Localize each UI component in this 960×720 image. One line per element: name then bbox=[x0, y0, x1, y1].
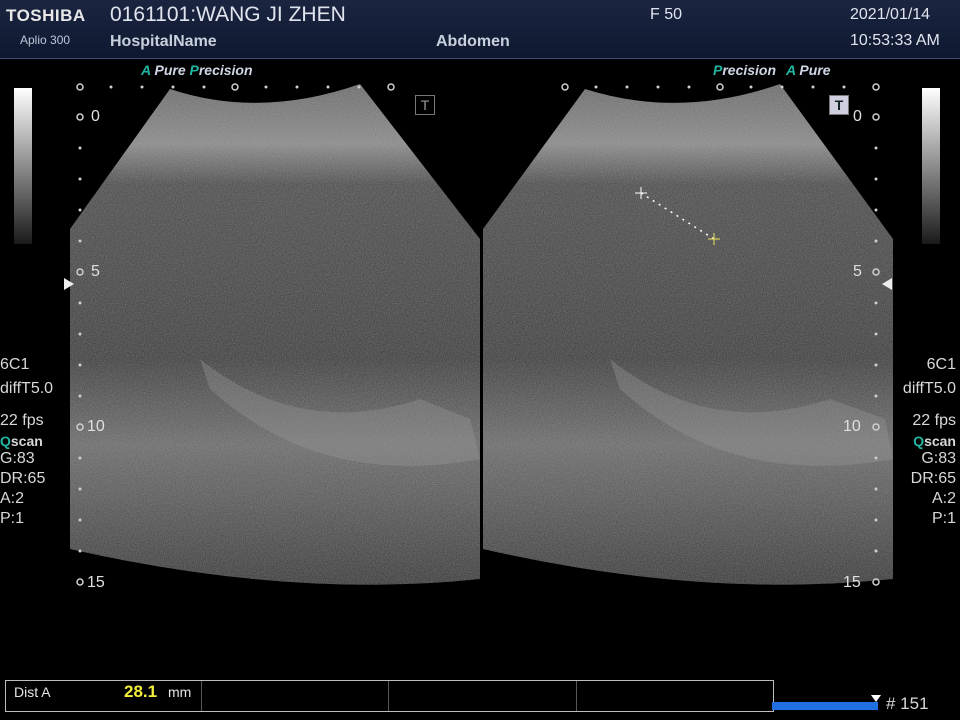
mode-label: diffT5.0 bbox=[0, 380, 54, 397]
right-param-panel: 6C1 diffT5.0 22 fps Qscan G:83 DR:65 A:2… bbox=[903, 355, 956, 529]
measurement-value: 28.1 bbox=[124, 682, 158, 701]
hospital-name: HospitalName bbox=[110, 33, 217, 50]
right-depth-15: 15 bbox=[843, 574, 861, 591]
dr-label: DR:65 bbox=[910, 470, 956, 487]
system-model: Aplio 300 bbox=[20, 33, 71, 47]
probe-label: 6C1 bbox=[0, 356, 30, 373]
cine-progress-bar[interactable] bbox=[772, 702, 878, 710]
right-grey-scale-bar bbox=[922, 88, 940, 244]
qscan-label: Qscan bbox=[0, 433, 43, 449]
probe-label: 6C1 bbox=[926, 356, 956, 373]
right-depth-10: 10 bbox=[843, 418, 861, 435]
measurement-table: Dist A 28.1 mm bbox=[5, 680, 774, 712]
frame-count: # 151 bbox=[886, 694, 929, 713]
qscan-label: Qscan bbox=[913, 433, 956, 449]
left-depth-15: 15 bbox=[87, 574, 105, 591]
exam-time: 10:53:33 AM bbox=[850, 32, 940, 49]
p-label: P:1 bbox=[0, 510, 25, 527]
left-grey-scale-bar bbox=[14, 88, 32, 244]
ultrasound-dual-view[interactable] bbox=[0, 59, 960, 679]
fps-label: 22 fps bbox=[912, 412, 956, 429]
right-depth-5: 5 bbox=[853, 263, 862, 280]
left-depth-0: 0 bbox=[91, 108, 100, 125]
patient-id: 0161101:WANG JI ZHEN bbox=[110, 3, 346, 26]
exam-preset: Abdomen bbox=[436, 33, 510, 50]
right-t-marker-icon[interactable]: T bbox=[829, 95, 849, 115]
right-depth-0: 0 bbox=[853, 108, 862, 125]
gain-label: G:83 bbox=[921, 450, 956, 467]
measurement-cell-empty bbox=[202, 681, 389, 711]
left-image-tag: A Pure Precision bbox=[141, 62, 253, 78]
a-label: A:2 bbox=[0, 490, 25, 507]
mode-label: diffT5.0 bbox=[902, 380, 956, 397]
right-ultrasound-image[interactable] bbox=[475, 79, 905, 609]
measurement-cell-empty bbox=[577, 681, 773, 711]
top-scale-markers bbox=[76, 83, 880, 91]
left-t-marker-icon[interactable]: T bbox=[415, 95, 435, 115]
measurement-unit: mm bbox=[168, 684, 192, 700]
dr-label: DR:65 bbox=[0, 470, 46, 487]
left-depth-5: 5 bbox=[91, 263, 100, 280]
measurement-label: Dist A bbox=[14, 684, 51, 700]
left-param-panel: 6C1 diffT5.0 22 fps Qscan G:83 DR:65 A:2… bbox=[0, 355, 53, 529]
exam-date: 2021/01/14 bbox=[850, 6, 931, 23]
cine-marker-icon[interactable] bbox=[871, 695, 881, 702]
measurement-cell-empty bbox=[389, 681, 577, 711]
a-label: A:2 bbox=[931, 490, 956, 507]
p-label: P:1 bbox=[931, 510, 956, 527]
measurement-cell[interactable]: Dist A 28.1 mm bbox=[6, 681, 202, 711]
fps-label: 22 fps bbox=[0, 412, 44, 429]
brand-logo: TOSHIBA bbox=[6, 6, 86, 25]
left-ultrasound-image[interactable] bbox=[60, 79, 490, 609]
right-image-tag: Precision A Pure bbox=[713, 62, 831, 78]
gain-label: G:83 bbox=[0, 450, 35, 467]
left-depth-10: 10 bbox=[87, 418, 105, 435]
header-bar: TOSHIBA Aplio 300 0161101:WANG JI ZHEN H… bbox=[0, 0, 960, 59]
frame-number: F 50 bbox=[650, 6, 683, 23]
